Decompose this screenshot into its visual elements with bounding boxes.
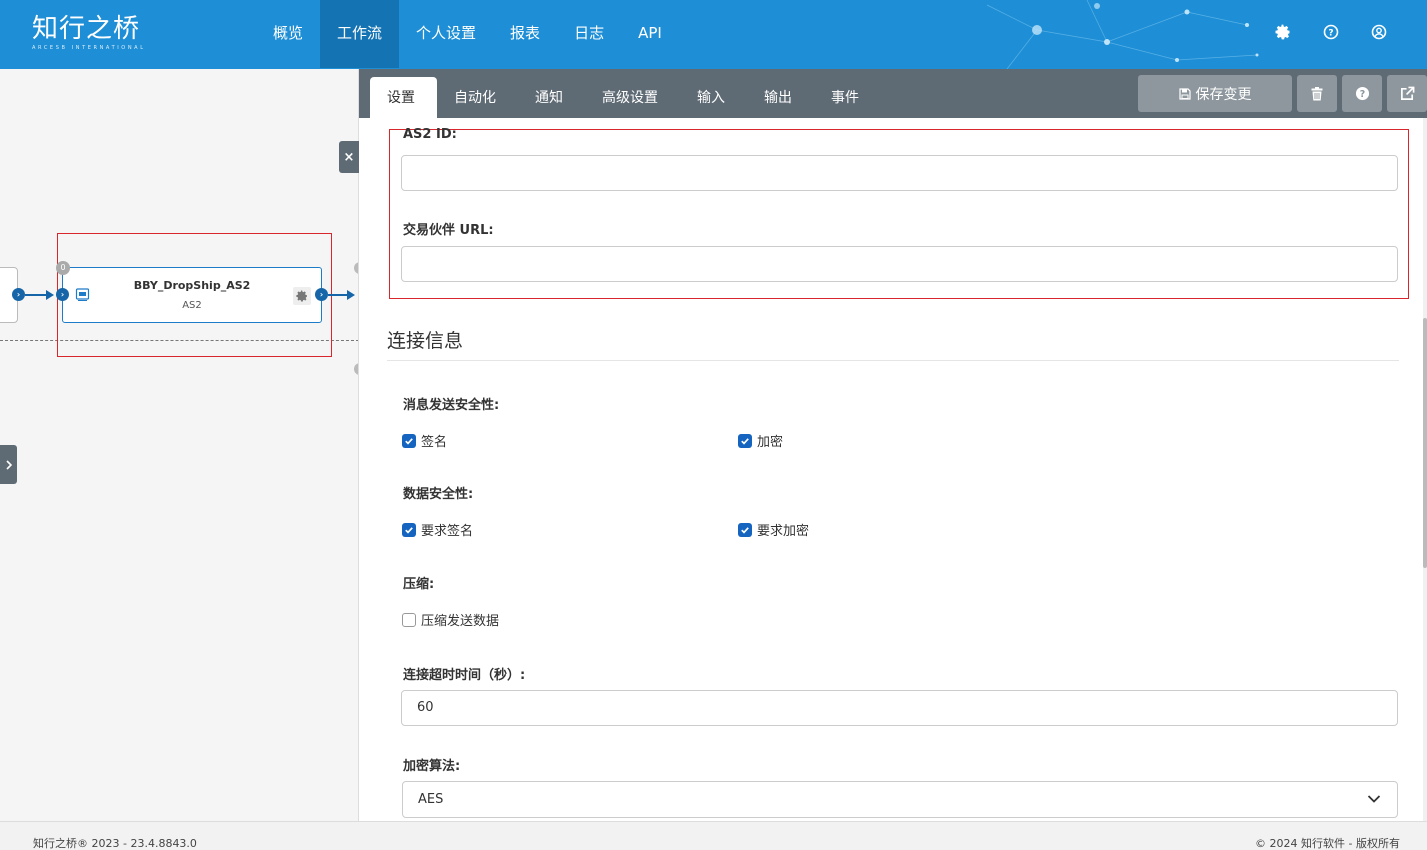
svg-text:?: ?: [1328, 29, 1333, 39]
nav-profile[interactable]: 个人设置: [399, 0, 493, 68]
section-divider: [387, 360, 1399, 361]
output-connector-dot[interactable]: ›: [12, 288, 25, 301]
tab-automation[interactable]: 自动化: [437, 77, 518, 118]
encryption-algorithm-label: 加密算法:: [403, 759, 461, 774]
timeout-label: 连接超时时间（秒）:: [403, 668, 526, 683]
require-sign-checkbox[interactable]: 要求签名: [402, 520, 473, 539]
require-sign-label: 要求签名: [421, 524, 474, 539]
external-link-icon: [1400, 86, 1414, 100]
help-button[interactable]: ?: [1342, 75, 1382, 112]
nav-reports[interactable]: 报表: [493, 0, 557, 68]
panel-scrollbar-track[interactable]: [1423, 118, 1427, 821]
node-subtitle: AS2: [182, 300, 202, 311]
compress-send-label: 压缩发送数据: [421, 614, 500, 629]
nav-workflow[interactable]: 工作流: [320, 0, 400, 68]
checkbox-checked-icon[interactable]: [402, 522, 416, 537]
connection-info-heading: 连接信息: [387, 330, 464, 352]
as2-id-label: AS2 ID:: [403, 127, 457, 142]
panel-tabs: 设置 自动化 通知 高级设置 输入 输出 事件: [370, 77, 881, 118]
tab-input[interactable]: 输入: [680, 77, 747, 118]
arrow-head: [46, 290, 54, 300]
close-panel-button[interactable]: ×: [339, 141, 359, 173]
input-connector-dot[interactable]: ›: [56, 288, 69, 301]
node-error-count-badge: 0: [56, 261, 70, 275]
settings-panel: 设置 自动化 通知 高级设置 输入 输出 事件 保存变更 ? AS2 ID: 交…: [359, 69, 1427, 821]
nav-logs[interactable]: 日志: [557, 0, 621, 68]
settings-form: AS2 ID: 交易伙伴 URL: 连接信息 消息发送安全性: 签名 加密 数据…: [359, 118, 1427, 821]
main-nav: 概览 工作流 个人设置 报表 日志 API: [256, 0, 679, 69]
workflow-canvas[interactable]: › BBY_DropShip_AS2 AS2 0 › ›: [0, 69, 359, 821]
as2-id-input[interactable]: [401, 155, 1398, 191]
node-settings-gear-icon[interactable]: [293, 287, 311, 305]
trash-icon: [1311, 86, 1323, 100]
checkbox-checked-icon[interactable]: [738, 522, 752, 537]
partner-url-input[interactable]: [401, 246, 1398, 282]
timeout-input[interactable]: 60: [401, 690, 1398, 726]
tab-events[interactable]: 事件: [814, 77, 881, 118]
panel-scrollbar-thumb[interactable]: [1423, 318, 1427, 568]
workflow-node-as2[interactable]: BBY_DropShip_AS2 AS2: [62, 267, 322, 323]
gear-icon[interactable]: [1273, 22, 1293, 42]
save-changes-button[interactable]: 保存变更: [1138, 75, 1292, 112]
tab-advanced[interactable]: 高级设置: [585, 77, 680, 118]
sign-label: 签名: [421, 435, 448, 450]
tab-output[interactable]: 输出: [747, 77, 814, 118]
require-encrypt-checkbox[interactable]: 要求加密: [738, 520, 809, 539]
next-arrow-head: [347, 290, 355, 300]
encrypt-label: 加密: [757, 435, 784, 450]
checkbox-checked-icon[interactable]: [402, 433, 416, 448]
require-encrypt-label: 要求加密: [757, 524, 810, 539]
chevron-right-icon: [5, 459, 12, 470]
logo-subtext: ARCESB INTERNATIONAL: [32, 45, 146, 51]
checkbox-checked-icon[interactable]: [738, 433, 752, 448]
svg-text:?: ?: [1359, 89, 1364, 100]
encryption-algorithm-select[interactable]: AES: [402, 781, 1398, 818]
logo-text: 知行之桥: [32, 14, 141, 44]
floppy-icon: [1178, 87, 1191, 100]
encryption-algorithm-value: AES: [418, 792, 444, 807]
top-icons: ?: [1273, 22, 1389, 42]
checkbox-unchecked-icon[interactable]: [402, 612, 416, 627]
next-connection-arrow: [328, 294, 348, 296]
tab-settings[interactable]: 设置: [370, 77, 437, 118]
delete-button[interactable]: [1297, 75, 1337, 112]
open-external-button[interactable]: [1387, 75, 1427, 112]
compress-label: 压缩:: [403, 577, 435, 592]
data-security-label: 数据安全性:: [403, 487, 474, 502]
node-output-connector-dot[interactable]: ›: [315, 288, 328, 301]
nav-overview[interactable]: 概览: [256, 0, 320, 68]
expand-sidebar-button[interactable]: [0, 445, 17, 484]
nav-api[interactable]: API: [621, 0, 679, 68]
close-icon: ×: [343, 149, 355, 165]
compress-send-checkbox[interactable]: 压缩发送数据: [402, 610, 499, 629]
node-title: BBY_DropShip_AS2: [133, 279, 251, 292]
partner-url-label: 交易伙伴 URL:: [403, 223, 494, 238]
panel-actions: 保存变更 ?: [1138, 75, 1427, 112]
encrypt-checkbox[interactable]: 加密: [738, 431, 783, 450]
footer-version: 知行之桥® 2023 - 23.4.8843.0: [33, 837, 197, 850]
top-navigation-bar: 知行之桥 ARCESB INTERNATIONAL 概览 工作流 个人设置 报表…: [0, 0, 1427, 69]
chevron-down-icon: [1367, 795, 1381, 803]
footer-copyright: © 2024 知行软件 - 版权所有: [1255, 837, 1400, 850]
message-security-label: 消息发送安全性:: [403, 398, 500, 413]
question-circle-icon: ?: [1355, 86, 1369, 101]
help-icon[interactable]: ?: [1321, 22, 1341, 42]
panel-tabbar: 设置 自动化 通知 高级设置 输入 输出 事件 保存变更 ?: [359, 69, 1427, 118]
user-icon[interactable]: [1369, 22, 1389, 42]
page-footer: 知行之桥® 2023 - 23.4.8843.0 © 2024 知行软件 - 版…: [0, 821, 1427, 850]
sign-checkbox[interactable]: 签名: [402, 431, 447, 450]
save-changes-label: 保存变更: [1195, 86, 1252, 103]
connection-arrow: [25, 294, 47, 296]
app-logo[interactable]: 知行之桥 ARCESB INTERNATIONAL: [32, 14, 146, 51]
tab-notifications[interactable]: 通知: [518, 77, 585, 118]
